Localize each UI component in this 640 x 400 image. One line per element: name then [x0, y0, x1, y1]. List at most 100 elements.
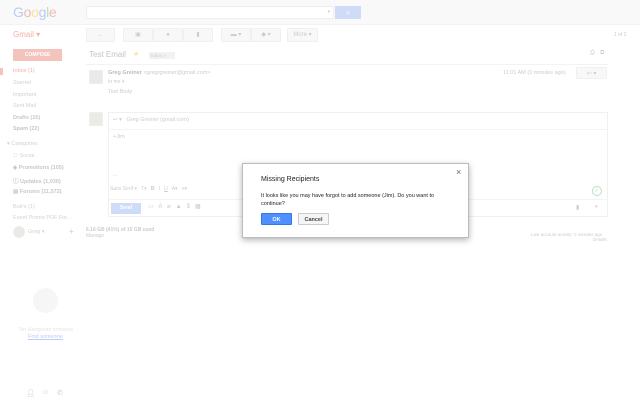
sidebar-item-inbox[interactable]: Inbox (1) — [13, 68, 35, 74]
reply-icon: ↩ — [586, 71, 592, 77]
folder-icon: ▬ — [230, 32, 237, 38]
phone-icon[interactable]: ✆ — [57, 389, 63, 397]
drive-icon[interactable]: ▲ — [176, 204, 182, 210]
labels-button[interactable]: ◆ ▾ — [251, 28, 281, 42]
sidebar-item-updates[interactable]: ⓘ Updates (1,030) — [13, 177, 61, 185]
user-avatar[interactable] — [13, 226, 25, 238]
ok-button[interactable]: OK — [261, 213, 292, 225]
new-window-icon[interactable]: ⧉ — [600, 50, 604, 57]
archive-button[interactable]: ▣ — [123, 28, 153, 42]
label: Categories — [11, 141, 38, 147]
show-trimmed[interactable]: ... — [113, 172, 118, 178]
label: to me — [108, 79, 121, 85]
reply-from: Greg Greiner (gmail.com) — [126, 117, 189, 123]
last-activity: Last account activity: 0 minutes ago — [531, 232, 603, 237]
compose-actions: ▭ A ⌀ ▲ $ ▦ — [148, 203, 201, 210]
email-subject: Test Email — [89, 50, 126, 59]
compose-button[interactable]: COMPOSE — [13, 49, 62, 61]
attach-icon[interactable]: ⌀ — [167, 204, 171, 210]
google-logo[interactable]: Google — [13, 4, 57, 20]
formatting-icon[interactable]: A — [158, 204, 162, 210]
recipients-toggle[interactable]: to me ▾ — [108, 79, 124, 85]
reply-avatar — [89, 112, 103, 126]
people-icon: ⚇ — [13, 153, 18, 159]
sidebar-item-important[interactable]: Important — [13, 92, 36, 98]
find-someone-link[interactable]: Find someone — [28, 334, 63, 340]
money-icon[interactable]: $ — [187, 204, 190, 210]
sender: Greg Greiner <gregrgreiner@gmail.com> — [108, 70, 211, 76]
manage-link[interactable]: Manage — [86, 233, 104, 239]
sender-avatar — [89, 70, 103, 84]
align-icon[interactable]: ≡▾ — [182, 186, 187, 192]
sidebar-item-social[interactable]: ⚇ Social — [13, 153, 34, 159]
trash-icon: ▮ — [196, 32, 200, 38]
sidebar-item-forums[interactable]: ▤ Forums (11,572) — [13, 189, 62, 195]
font-select[interactable]: Sans Serif — [110, 186, 133, 192]
reply-button[interactable]: ↩ ▾ — [576, 67, 607, 79]
tag-icon: ◈ — [13, 165, 18, 171]
move-to-button[interactable]: ▬ ▾ — [221, 28, 251, 42]
star-icon[interactable]: ★ — [133, 50, 139, 58]
sidebar-item-drafts[interactable]: Drafts (15) — [13, 115, 40, 121]
sidebar-item-starred[interactable]: Starred — [13, 80, 31, 86]
chat-icon[interactable]: ☺ — [42, 389, 49, 396]
search-input[interactable]: ▾ — [86, 6, 334, 19]
chevron-down-icon[interactable]: ▾ — [327, 9, 330, 15]
format-icon[interactable]: ▭ — [148, 204, 154, 210]
app-label: Gmail — [13, 30, 34, 39]
contacts-icon[interactable]: 👤︎ — [26, 389, 35, 397]
report-spam-button[interactable]: ● — [153, 28, 183, 42]
underline-icon[interactable]: U — [164, 186, 168, 192]
sidebar-item-categories[interactable]: ▾ Categories — [7, 141, 38, 147]
sidebar-item-sent[interactable]: Sent Mail — [13, 103, 36, 109]
message-body: Test Body — [108, 89, 133, 95]
back-button[interactable]: ← — [86, 28, 115, 42]
reply-body[interactable]: +Jim — [113, 134, 125, 140]
pagination: 1 of 2 — [614, 32, 627, 38]
dialog-title: Missing Recipients — [261, 176, 320, 183]
bold-icon[interactable]: B — [151, 186, 155, 192]
divider — [86, 64, 608, 65]
plus-icon[interactable]: + — [69, 227, 74, 236]
message-time: 11:01 AM (0 minutes ago) — [503, 70, 566, 76]
photo-icon[interactable]: ▦ — [195, 204, 201, 210]
sidebar-item-promotions[interactable]: ◈ Promotions (105) — [13, 165, 64, 171]
close-icon[interactable]: × — [456, 167, 461, 177]
cancel-button[interactable]: Cancel — [298, 213, 329, 225]
search-icon: ⌕ — [345, 8, 351, 17]
font-size-icon[interactable]: T▾ — [141, 186, 147, 192]
more-options-icon[interactable]: ▾ — [595, 204, 598, 210]
sidebar-item-spam[interactable]: Spam (22) — [13, 126, 39, 132]
text-color-icon[interactable]: A▾ — [172, 186, 178, 192]
hangouts-empty: No Hangouts contacts — [19, 327, 74, 333]
sidebar-item-event-promo[interactable]: Event Promo PDF For... — [13, 215, 71, 221]
active-indicator — [0, 68, 3, 75]
italic-icon[interactable]: I — [159, 186, 160, 192]
delete-button[interactable]: ▮ — [183, 28, 213, 42]
gmail-menu[interactable]: Gmail ▾ — [13, 30, 40, 39]
user-name[interactable]: Greg ▾ — [28, 229, 45, 235]
info-icon: ⓘ — [13, 179, 19, 185]
label: Greg — [28, 229, 41, 235]
back-arrow-icon: ← — [97, 32, 104, 38]
reply-type-icon[interactable]: ↩ ▾ — [113, 117, 122, 123]
details-link[interactable]: Details — [593, 237, 607, 242]
reply-header: ↩ ▾ Greg Greiner (gmail.com) — [113, 117, 189, 123]
discard-draft-icon[interactable]: ▮ — [576, 204, 579, 211]
sender-email: <gregrgreiner@gmail.com> — [143, 70, 211, 76]
grammar-check-icon[interactable]: ✓ — [592, 186, 602, 196]
sender-name: Greg Greiner — [108, 70, 142, 76]
label-icon: ◆ — [261, 32, 266, 38]
print-icon[interactable]: ⎙ — [590, 50, 595, 57]
send-button[interactable]: Send — [111, 203, 141, 214]
divider — [108, 129, 608, 130]
label: Promotions (105) — [18, 165, 64, 171]
inbox-label-chip[interactable]: Inbox × — [149, 52, 175, 59]
archive-icon: ▣ — [135, 32, 141, 38]
report-spam-icon: ● — [166, 32, 170, 38]
more-button[interactable]: More ▾ — [287, 28, 318, 42]
sidebar-item-bobs[interactable]: Bob's (1) — [13, 204, 35, 210]
search-button[interactable]: ⌕ — [335, 6, 361, 19]
label: Forums (11,572) — [19, 189, 62, 195]
dialog-message: It looks like you may have forgot to add… — [261, 193, 435, 207]
